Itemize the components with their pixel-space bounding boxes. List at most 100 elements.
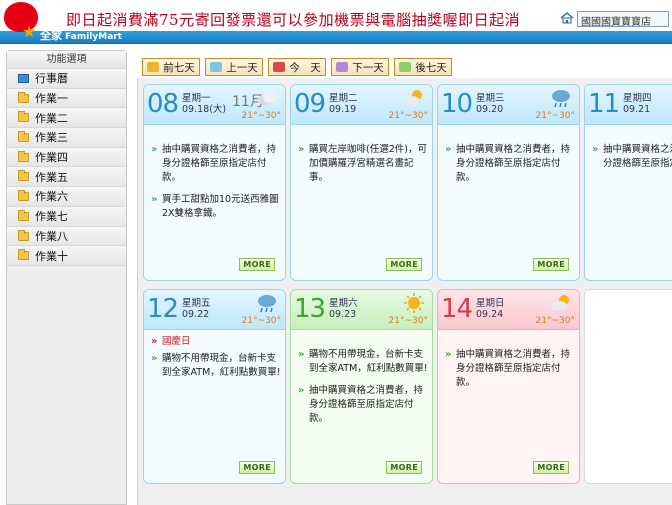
day-card: 14 星期日 09.24 21°~30° 抽中購買資格之消費者，持身分證格篩至原… xyxy=(437,289,580,484)
date-label: 09.21 xyxy=(623,104,651,115)
day-card: 09 星期二 09.19 21°~30° 購買左岸咖啡(任選2件)，可加價購羅浮… xyxy=(290,84,433,281)
familymart-logo[interactable]: ★ xyxy=(4,2,44,42)
folder-icon xyxy=(18,91,29,103)
day-number: 12 xyxy=(147,294,179,324)
event-item[interactable]: 抽中購買資格之消費者，持身分證格篩至原指定店付款。 xyxy=(444,348,575,390)
event-item[interactable]: 抽中購買資格之消費者，持身分證格篩至原指定店付款。 xyxy=(150,143,281,185)
sidebar-item-task-3[interactable]: 作業三 xyxy=(7,128,126,148)
today-icon xyxy=(273,62,286,72)
store-name-box[interactable]: 國國國寶寶寶店 xyxy=(577,11,669,27)
temperature: 21°~30° xyxy=(241,316,281,326)
day-card: 10 星期三 09.20 21°~30° 抽中購買資格之消費者，持身分證格篩至原… xyxy=(437,84,580,281)
sidebar-item-label: 作業七 xyxy=(35,210,68,224)
sidebar-item-label: 作業五 xyxy=(35,170,68,184)
sidebar-item-task-7[interactable]: 作業七 xyxy=(7,206,126,227)
temperature: 21°~30° xyxy=(241,111,281,121)
date-label: 09.22 xyxy=(182,309,210,320)
temperature: 21°~30° xyxy=(388,316,428,326)
weekday-label: 星期六 xyxy=(329,298,358,309)
date-label: 09.24 xyxy=(476,309,504,320)
announcement-marquee[interactable]: 即日起消費滿75元寄回發票還可以參加機票與電腦抽獎喔即日起消 xyxy=(66,9,520,30)
home-icon[interactable] xyxy=(560,12,574,24)
day-card: 08 星期一 09.18(大) 11月 21°~30° 抽中購買資格之消費者，持… xyxy=(143,84,286,281)
sidebar-item-task-2[interactable]: 作業二 xyxy=(7,108,126,129)
next-7-days-button[interactable]: 後七天 xyxy=(394,58,452,76)
today-button[interactable]: 今 天 xyxy=(268,58,326,76)
sidebar-item-task-5[interactable]: 作業五 xyxy=(7,167,126,188)
weekday-label: 星期二 xyxy=(329,93,358,104)
day-card: 11 星期四 09.21 抽中購買資格之消費者，持身分證格篩至原指定店付款。 xyxy=(584,84,672,281)
brand-en: FamilyMart xyxy=(65,32,123,42)
sidebar-title: 功能選項 xyxy=(7,51,126,69)
event-item[interactable]: 購物不用帶現金，台新卡支到全家ATM，紅利點數買單! xyxy=(150,352,281,380)
day-number: 13 xyxy=(294,294,326,324)
date-label: 09.23 xyxy=(329,309,357,320)
event-item[interactable]: 買手工甜點加10元送西雅圖2X雙格拿鐵。 xyxy=(150,193,281,221)
holiday-label: 國慶日 xyxy=(150,335,281,348)
weekday-label: 星期三 xyxy=(476,93,505,104)
next-day-button[interactable]: 下一天 xyxy=(331,58,389,76)
date-label: 09.18(大) xyxy=(182,104,227,115)
sidebar-item-label: 作業三 xyxy=(35,131,68,145)
day-card: 13 星期六 09.23 21°~30° 購物不用帶現金，台新卡支到全家ATM，… xyxy=(290,289,433,484)
rain-icon xyxy=(258,295,276,313)
sidebar-item-label: 作業十 xyxy=(35,249,68,263)
sidebar-item-task-8[interactable]: 作業八 xyxy=(7,226,126,247)
sidebar-item-label: 作業四 xyxy=(35,151,68,165)
weekday-label: 星期一 xyxy=(182,93,211,104)
sidebar-item-label: 作業二 xyxy=(35,111,68,125)
folder-icon xyxy=(18,170,29,182)
more-button[interactable]: MORE xyxy=(239,461,275,474)
prev-7-days-label: 前七天 xyxy=(163,61,195,74)
folder-icon xyxy=(18,249,29,261)
empty-day-card xyxy=(584,289,672,484)
day-number: 14 xyxy=(441,294,473,324)
more-button[interactable]: MORE xyxy=(533,461,569,474)
event-item[interactable]: 抽中購買資格之消費者，持身分證格篩至原指定店付款。 xyxy=(297,384,428,426)
sidebar-item-task-10[interactable]: 作業十 xyxy=(7,246,126,266)
sidebar-item-task-1[interactable]: 作業一 xyxy=(7,88,126,109)
folder-icon xyxy=(18,111,29,123)
date-label: 09.19 xyxy=(329,104,357,115)
event-item[interactable]: 購買左岸咖啡(任選2件)，可加價購羅浮宮精選名畫記事。 xyxy=(297,143,428,185)
sidebar-item-calendar[interactable]: 行事曆 xyxy=(7,69,126,89)
more-button[interactable]: MORE xyxy=(239,258,275,271)
calendar-panel: 08 星期一 09.18(大) 11月 21°~30° 抽中購買資格之消費者，持… xyxy=(137,78,672,505)
more-button[interactable]: MORE xyxy=(386,461,422,474)
sidebar: 功能選項 行事曆 作業一 作業二 作業三 作業四 作業五 作業六 作業七 作業八… xyxy=(6,50,127,505)
brand-cn: 全家 xyxy=(40,29,62,42)
weekday-label: 星期四 xyxy=(623,93,652,104)
day-number: 09 xyxy=(294,89,326,119)
partly-sunny-icon xyxy=(404,90,422,106)
event-item[interactable]: 抽中購買資格之消費者，持身分證格篩至原指定店付款。 xyxy=(444,143,575,185)
sidebar-item-label: 作業一 xyxy=(35,92,68,106)
day-number: 11 xyxy=(588,89,620,119)
more-button[interactable]: MORE xyxy=(386,258,422,271)
sidebar-item-label: 作業六 xyxy=(35,190,68,204)
sidebar-item-task-4[interactable]: 作業四 xyxy=(7,147,126,168)
partly-sunny-icon xyxy=(551,295,569,311)
back-fast-icon xyxy=(147,62,160,72)
back-icon xyxy=(210,62,223,72)
more-button[interactable]: MORE xyxy=(533,258,569,271)
prev-7-days-button[interactable]: 前七天 xyxy=(142,58,200,76)
folder-icon xyxy=(18,209,29,221)
temperature: 21°~30° xyxy=(388,111,428,121)
temperature: 21°~30° xyxy=(535,316,575,326)
day-number: 10 xyxy=(441,89,473,119)
prev-day-label: 上一天 xyxy=(226,61,258,74)
monitor-icon xyxy=(18,74,29,83)
rain-icon xyxy=(552,90,570,108)
header: ★ 全家 FamilyMart 即日起消費滿75元寄回發票還可以參加機票與電腦抽… xyxy=(0,0,672,44)
sunny-icon xyxy=(404,293,424,313)
day-number: 08 xyxy=(147,89,179,119)
sidebar-item-task-6[interactable]: 作業六 xyxy=(7,187,126,207)
event-item[interactable]: 抽中購買資格之消費者，持身分證格篩至原指定店付款。 xyxy=(591,143,672,171)
next-day-label: 下一天 xyxy=(352,61,384,74)
weekday-label: 星期日 xyxy=(476,298,505,309)
forward-fast-icon xyxy=(399,62,412,72)
prev-day-button[interactable]: 上一天 xyxy=(205,58,263,76)
sidebar-item-label: 作業八 xyxy=(35,229,68,243)
event-item[interactable]: 購物不用帶現金，台新卡支到全家ATM，紅利點數買單! xyxy=(297,348,428,376)
date-label: 09.20 xyxy=(476,104,504,115)
